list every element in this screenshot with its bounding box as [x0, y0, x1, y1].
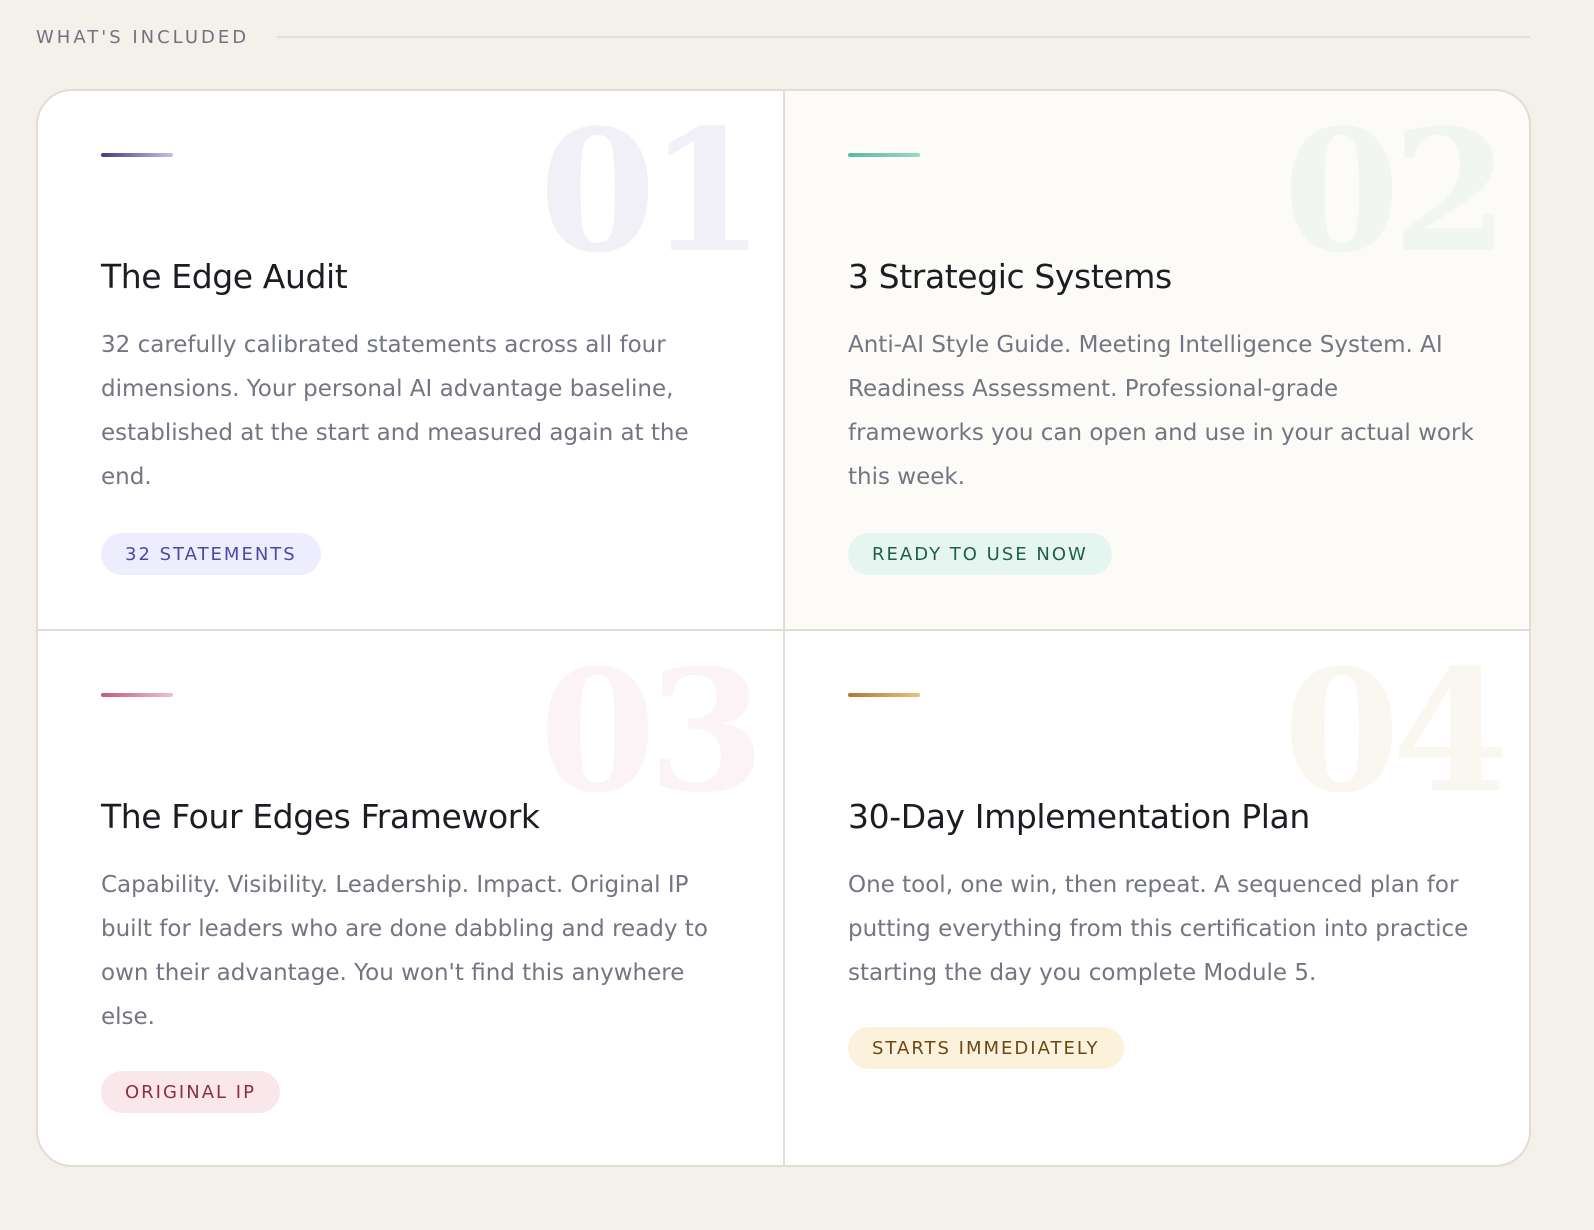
- card-number: 01: [539, 92, 765, 290]
- accent-line: [101, 693, 173, 697]
- section-divider: [277, 36, 1530, 38]
- included-grid: 01 The Edge Audit 32 carefully calibrate…: [36, 89, 1531, 1167]
- card-number: 03: [539, 632, 765, 830]
- card-badge: ORIGINAL IP: [101, 1071, 280, 1113]
- section-label: WHAT'S INCLUDED: [36, 26, 250, 48]
- accent-line: [101, 153, 173, 157]
- card-badge: 32 STATEMENTS: [101, 533, 321, 575]
- card-title: The Edge Audit: [101, 257, 348, 296]
- card-title: 30-Day Implementation Plan: [848, 797, 1310, 836]
- card-four-edges: 03 The Four Edges Framework Capability. …: [38, 631, 783, 1165]
- card-badge: READY TO USE NOW: [848, 533, 1112, 575]
- card-description: Anti-AI Style Guide. Meeting Intelligenc…: [848, 332, 1474, 490]
- card-description: One tool, one win, then repeat. A sequen…: [848, 872, 1469, 986]
- card-description: Capability. Visibility. Leadership. Impa…: [101, 872, 708, 1030]
- section-header: WHAT'S INCLUDED: [36, 24, 1530, 50]
- accent-line: [848, 153, 920, 157]
- card-title: The Four Edges Framework: [101, 797, 540, 836]
- card-title: 3 Strategic Systems: [848, 257, 1172, 296]
- card-badge: STARTS IMMEDIATELY: [848, 1027, 1124, 1069]
- card-number: 04: [1283, 632, 1509, 830]
- accent-line: [848, 693, 920, 697]
- card-edge-audit: 01 The Edge Audit 32 carefully calibrate…: [38, 91, 783, 629]
- card-strategic-systems: 02 3 Strategic Systems Anti-AI Style Gui…: [785, 91, 1529, 629]
- card-implementation-plan: 04 30-Day Implementation Plan One tool, …: [785, 631, 1529, 1165]
- card-description: 32 carefully calibrated statements acros…: [101, 332, 689, 490]
- card-number: 02: [1283, 92, 1509, 290]
